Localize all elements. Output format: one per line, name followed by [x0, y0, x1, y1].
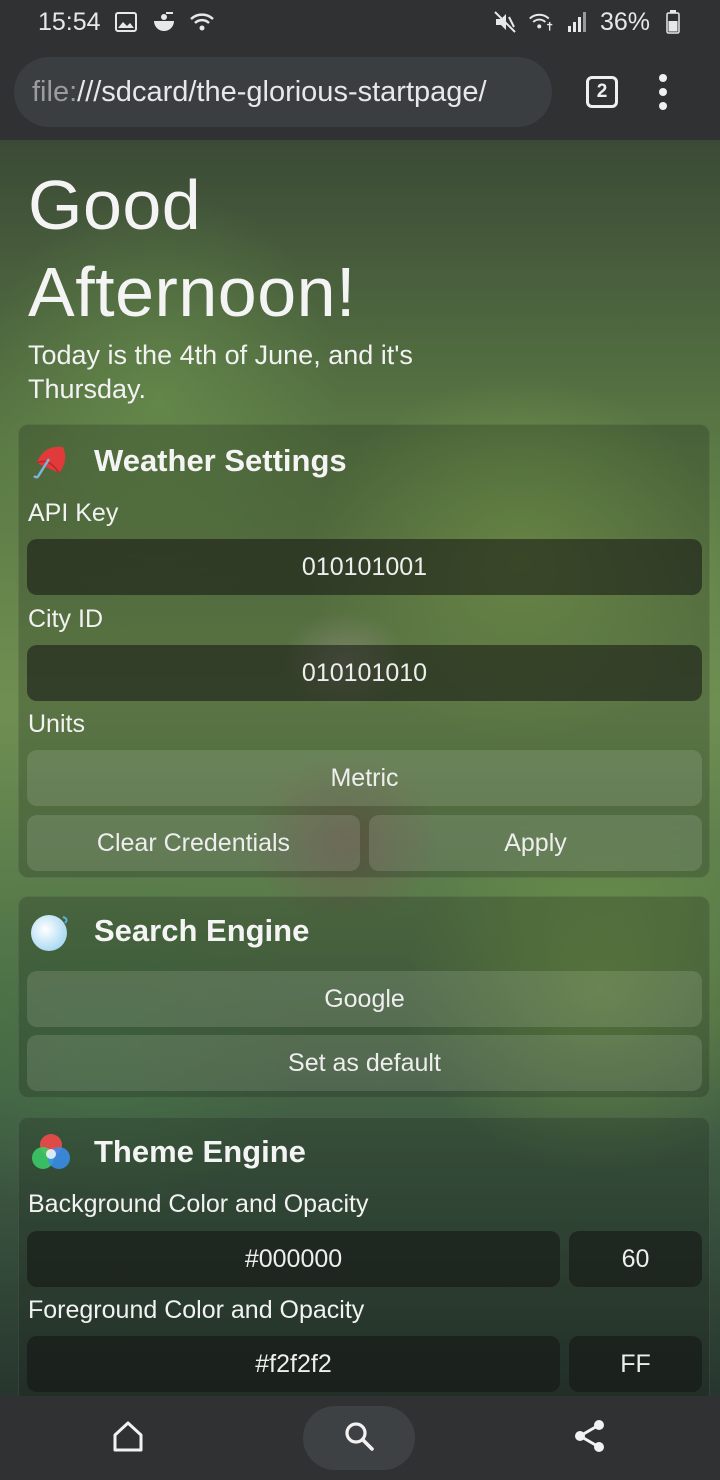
foreground-color-input[interactable]: #f2f2f2	[27, 1336, 560, 1392]
search-engine-select[interactable]: Google	[27, 971, 702, 1027]
browser-toolbar: file:///sdcard/the-glorious-startpage/ 2	[0, 44, 720, 140]
api-key-label: API Key	[28, 499, 119, 527]
date-text: Today is the 4th of June, and it's Thurs…	[28, 340, 413, 404]
units-value: Metric	[330, 763, 399, 792]
greeting: Good Afternoon!	[28, 162, 356, 336]
background-color-label: Background Color and Opacity	[28, 1190, 369, 1218]
umbrella-icon	[29, 439, 73, 483]
globe-icon	[29, 909, 73, 953]
status-time: 15:54	[38, 7, 101, 36]
weather-settings-header: Weather Settings	[29, 437, 347, 485]
home-icon	[111, 1419, 145, 1458]
mute-icon	[492, 9, 518, 35]
wifi-icon	[189, 9, 215, 35]
weather-settings-title: Weather Settings	[94, 443, 347, 478]
status-bar: 15:54 36%	[0, 0, 720, 44]
background-opacity-value: 60	[621, 1244, 650, 1273]
greeting-line-1: Good	[28, 166, 202, 244]
wifi-calling-icon	[528, 9, 554, 35]
search-engine-card: Search Engine Google Set as default	[18, 896, 710, 1098]
foreground-color-value: #f2f2f2	[255, 1349, 332, 1378]
city-id-input[interactable]: 010101010	[27, 645, 702, 701]
clear-credentials-button[interactable]: Clear Credentials	[27, 815, 360, 871]
url-path: ///sdcard/the-glorious-startpage/	[77, 75, 487, 108]
tab-count: 2	[596, 81, 608, 102]
overflow-menu-icon[interactable]	[658, 74, 668, 110]
share-button[interactable]	[558, 1406, 622, 1470]
search-engine-value: Google	[324, 984, 405, 1013]
home-button[interactable]	[96, 1406, 160, 1470]
units-select[interactable]: Metric	[27, 750, 702, 806]
gallery-icon	[113, 9, 139, 35]
search-engine-title: Search Engine	[94, 913, 310, 948]
background-color-value: #000000	[244, 1244, 343, 1273]
background-color-input[interactable]: #000000	[27, 1231, 560, 1287]
weather-settings-card: Weather Settings API Key 010101001 City …	[18, 424, 710, 878]
share-icon	[572, 1418, 608, 1459]
notification-icon	[151, 9, 177, 35]
search-button[interactable]	[303, 1406, 415, 1470]
city-id-label: City ID	[28, 605, 103, 633]
api-key-input[interactable]: 010101001	[27, 539, 702, 595]
tab-switcher-button[interactable]: 2	[586, 76, 618, 108]
set-default-button[interactable]: Set as default	[27, 1035, 702, 1091]
theme-engine-title: Theme Engine	[94, 1134, 306, 1169]
greeting-line-2: Afternoon!	[28, 253, 356, 331]
api-key-value: 010101001	[301, 552, 428, 581]
clear-credentials-label: Clear Credentials	[96, 828, 291, 857]
foreground-opacity-value: FF	[620, 1349, 651, 1378]
battery-percent: 36%	[599, 7, 650, 36]
theme-engine-header: Theme Engine	[29, 1128, 306, 1176]
search-engine-header: Search Engine	[29, 907, 309, 955]
url-field[interactable]: file:///sdcard/the-glorious-startpage/	[14, 57, 552, 127]
color-circles-icon	[29, 1130, 73, 1174]
city-id-value: 010101010	[301, 658, 428, 687]
foreground-opacity-input[interactable]: FF	[569, 1336, 702, 1392]
url-scheme: file:	[32, 75, 78, 108]
battery-icon	[660, 9, 686, 35]
theme-engine-card: Theme Engine Background Color and Opacit…	[18, 1117, 710, 1396]
units-label: Units	[28, 710, 85, 738]
background-opacity-input[interactable]: 60	[569, 1231, 702, 1287]
search-icon	[342, 1419, 376, 1458]
signal-icon	[564, 9, 590, 35]
foreground-color-label: Foreground Color and Opacity	[28, 1296, 365, 1324]
bottom-navigation	[0, 1396, 720, 1480]
set-default-label: Set as default	[288, 1048, 441, 1077]
startpage: Good Afternoon! Today is the 4th of June…	[0, 140, 720, 1396]
apply-button[interactable]: Apply	[369, 815, 702, 871]
apply-label: Apply	[504, 828, 567, 857]
